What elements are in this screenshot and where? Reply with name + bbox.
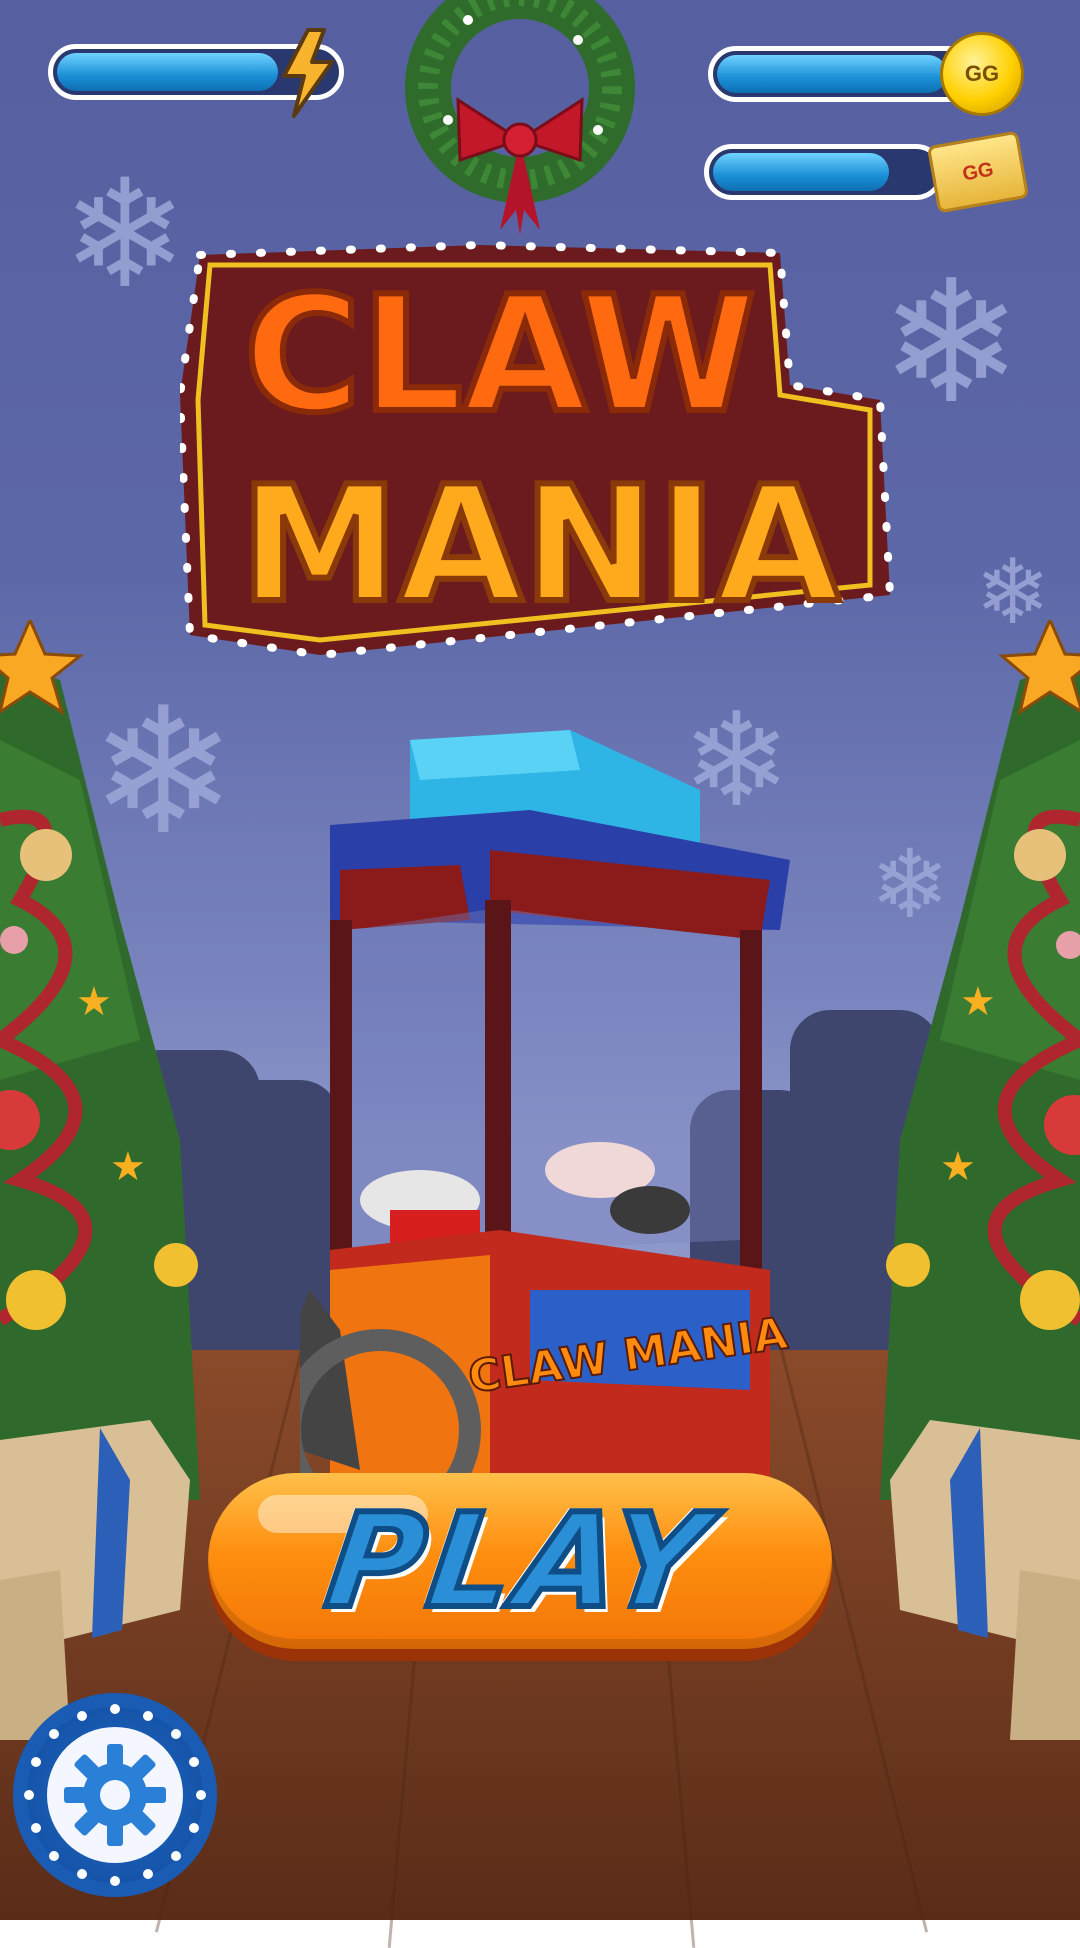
settings-ring-dot [142, 1710, 153, 1721]
settings-ring-dot [110, 1704, 120, 1714]
settings-ring-dot [30, 1757, 41, 1768]
play-button[interactable]: PLAY [208, 1473, 832, 1649]
svg-text:★: ★ [110, 1145, 146, 1189]
settings-inner [47, 1727, 183, 1863]
svg-text:★: ★ [76, 980, 112, 1024]
settings-ring-dot [196, 1790, 206, 1800]
svg-text:★: ★ [960, 980, 996, 1024]
play-button-label: PLAY [315, 1482, 724, 1640]
settings-ring-dot [170, 1729, 181, 1740]
settings-ring-dot [77, 1869, 88, 1880]
settings-ring-dot [77, 1710, 88, 1721]
christmas-tree-left: ★ ★ [0, 616, 220, 1525]
snowflake-icon: ❄ [62, 148, 188, 322]
settings-ring-dot [30, 1822, 41, 1833]
gear-icon [64, 1744, 166, 1846]
coin-bar-fill [717, 55, 947, 93]
settings-ring-dot [24, 1790, 34, 1800]
christmas-tree-right: ★ ★ [860, 616, 1080, 1525]
ticket-bar-fill [713, 153, 889, 191]
game-logo: CLAW MANIA [175, 235, 900, 665]
christmas-wreath [388, 0, 652, 235]
snowflake-icon: ❄ [880, 244, 1023, 442]
settings-ring-dot [189, 1822, 200, 1833]
settings-button[interactable] [13, 1693, 217, 1897]
energy-bar-fill [57, 53, 278, 91]
gg-coin-icon: GG [940, 32, 1024, 116]
ticket-icon-label: GG [960, 157, 996, 186]
settings-ring-dot [189, 1757, 200, 1768]
settings-ring-dot [110, 1876, 120, 1886]
settings-ring-dot [49, 1850, 60, 1861]
settings-ring-dot [49, 1729, 60, 1740]
logo-line2: MANIA [240, 451, 840, 638]
svg-text:★: ★ [940, 1145, 976, 1189]
claw-machine: CLAW MANIA [279, 730, 800, 1531]
ticket-bar [704, 144, 944, 200]
logo-line1: CLAW [244, 261, 757, 448]
gift-box-right [880, 1420, 1080, 1745]
lightning-bolt-icon [278, 28, 338, 118]
settings-ring-dot [170, 1850, 181, 1861]
coin-icon-label: GG [964, 61, 1000, 86]
settings-ring-dot [142, 1869, 153, 1880]
